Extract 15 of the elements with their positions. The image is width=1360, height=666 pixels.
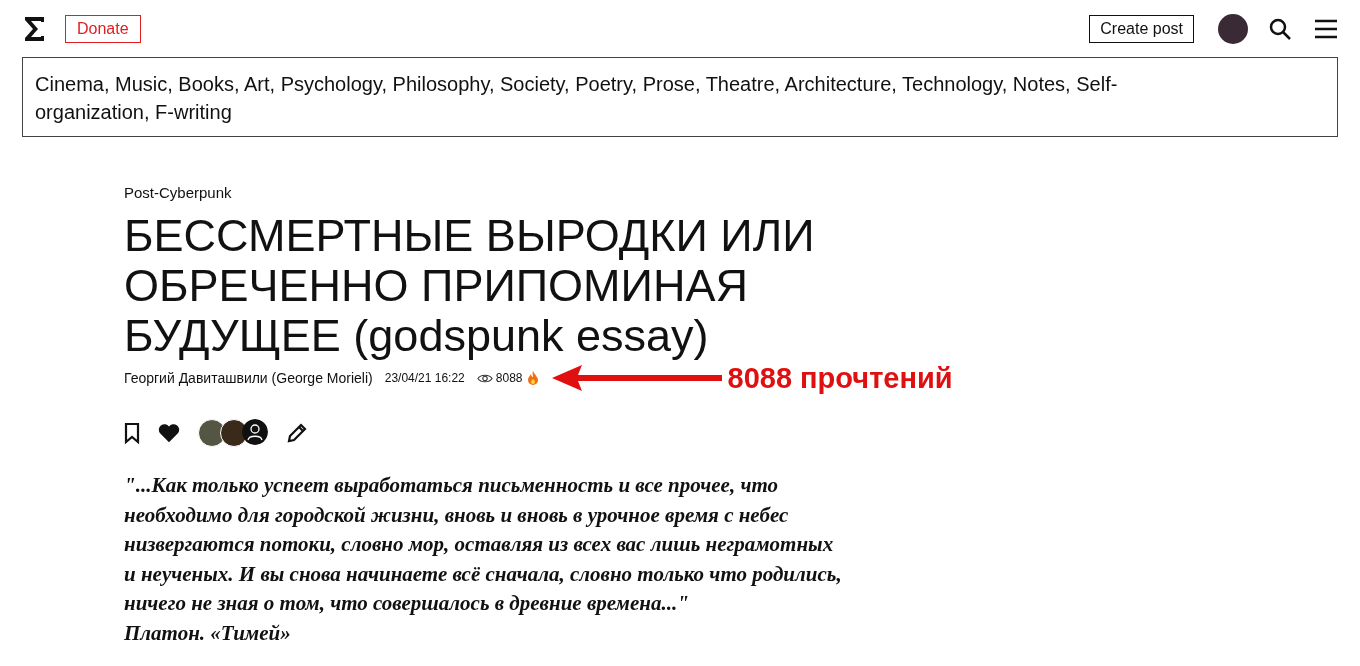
post-title: БЕССМЕРТНЫЕ ВЫРОДКИ ИЛИ ОБРЕЧЕННО ПРИПОМИНАЯ БУДУЩЕЕ (godspunk essay): [124, 211, 816, 361]
quote-line: и неученых. И вы снова начинаете всё сначала, словно только что родились,: [124, 560, 843, 588]
view-count: 8088: [495, 371, 523, 385]
annotation-text: 8088 прочтений: [727, 361, 953, 395]
quote-source: Платон. «Тимей»: [124, 619, 292, 647]
quote-line: ничего не зная о том, что совершалось в древние времена...": [124, 590, 690, 617]
quote-line: "...Как только успеет выработаться письменность и все прочее, что: [124, 472, 779, 499]
post-category[interactable]: Post-Cyberpunk: [124, 183, 1124, 203]
create-post-button[interactable]: Create post: [1089, 14, 1194, 43]
author-name[interactable]: Георгий Давиташвили (George Morieli): [124, 370, 373, 386]
post-date: 23/04/21 16:22: [384, 371, 465, 385]
quote-line: необходимо для городской жизни, вновь и вновь в урочное время с небес: [124, 501, 790, 529]
categories-list: Cinema, Music, Books, Art, Psychology, Philosophy, Society, Poetry, Prose, Theatre, Architecture, Technology, Notes, Self-organization, F-writing: [22, 57, 1338, 137]
quote-line: низвергаются потоки, словно мор, оставляя из всех вас лишь неграмотных: [124, 531, 835, 558]
donate-button[interactable]: Donate: [65, 14, 141, 43]
